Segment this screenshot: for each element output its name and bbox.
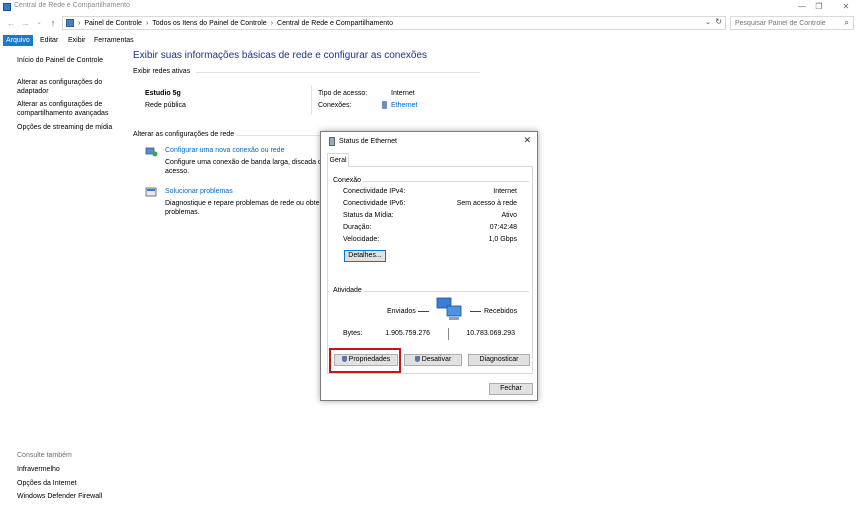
address-dropdown-icon[interactable]: ⌄ [705, 18, 711, 26]
bytes-divider [448, 328, 449, 340]
up-button[interactable]: ↑ [48, 17, 58, 29]
control-panel-icon [66, 19, 74, 27]
network-activity-icon [436, 297, 462, 320]
sent-line [418, 311, 429, 312]
speed-value: 1,0 Gbps [488, 236, 517, 243]
menu-ferramentas[interactable]: Ferramentas [91, 35, 137, 46]
breadcrumb-network-center[interactable]: Central de Rede e Compartilhamento [277, 20, 393, 27]
refresh-icon[interactable]: ↻ [715, 17, 722, 26]
media-streaming-link[interactable]: Opções de streaming de mídia [17, 123, 112, 132]
description-line: Configure uma conexão de banda larga, di… [165, 159, 322, 166]
see-also-internet-options-link[interactable]: Opções da Internet [17, 479, 77, 488]
ethernet-icon [382, 101, 387, 109]
access-type-label: Tipo de acesso: [318, 90, 368, 97]
breadcrumb-separator: › [145, 19, 149, 27]
media-status-label: Status da Mídia: [343, 212, 394, 219]
maximize-button[interactable]: ❐ [805, 0, 833, 14]
sharing-settings-line-1: Alterar as configurações de [17, 101, 103, 108]
breadcrumb-control-panel[interactable]: Painel de Controle [84, 20, 142, 27]
network-center-icon [3, 3, 11, 11]
adapter-settings-line-1: Alterar as configurações do [17, 79, 103, 86]
connections-label: Conexões: [318, 102, 352, 109]
title-bar: Central de Rede e Compartilhamento — ❐ ✕ [0, 0, 860, 14]
new-connection-description: Configure uma conexão de banda larga, di… [165, 158, 322, 176]
address-bar[interactable]: › Painel de Controle › Todos os Itens do… [62, 16, 726, 30]
see-also-title: Consulte também [17, 452, 72, 459]
media-status-value: Ativo [501, 212, 517, 219]
ethernet-icon [329, 137, 335, 146]
ipv4-value: Internet [493, 188, 517, 195]
close-button[interactable]: Fechar [489, 383, 533, 395]
new-connection-icon [145, 147, 158, 157]
search-input[interactable] [735, 19, 839, 28]
ipv4-label: Conectividade IPv4: [343, 188, 406, 195]
sharing-settings-link[interactable]: Alterar as configurações de compartilham… [17, 100, 108, 118]
dialog-close-icon[interactable]: ✕ [523, 135, 531, 146]
network-type-link[interactable]: Rede pública [145, 102, 186, 109]
divider [196, 72, 480, 73]
back-button[interactable]: ← [6, 17, 16, 29]
bytes-sent-value: 1.905.759.276 [385, 330, 430, 337]
search-icon[interactable]: ⌕ [845, 18, 849, 28]
divider [236, 135, 320, 136]
troubleshoot-link[interactable]: Solucionar problemas [165, 188, 233, 195]
control-panel-home-link[interactable]: Início do Painel de Controle [17, 56, 103, 65]
adapter-settings-link[interactable]: Alterar as configurações do adaptador [17, 78, 102, 96]
disable-button-label: Desativar [421, 356, 452, 363]
divider [311, 86, 312, 114]
ipv6-value: Sem acesso à rede [456, 200, 517, 207]
description-line: problemas. [165, 209, 200, 216]
properties-highlight-box [329, 348, 401, 373]
received-label: Recebidos [484, 308, 518, 315]
troubleshoot-description: Diagnostique e repare problemas de rede … [165, 199, 320, 217]
recent-locations-button[interactable]: ⌄ [34, 17, 44, 29]
bytes-label: Bytes: [343, 330, 363, 337]
shield-icon [414, 356, 420, 362]
dialog-title: Status de Ethernet [339, 138, 397, 145]
description-line: acesso. [165, 168, 190, 175]
menu-bar: Arquivo Editar Exibir Ferramentas [0, 35, 860, 46]
see-also-infrared-link[interactable]: Infravermelho [17, 465, 60, 474]
menu-exibir[interactable]: Exibir [65, 35, 89, 46]
address-row: ← → ⌄ ↑ › Painel de Controle › Todos os … [0, 15, 860, 31]
adapter-settings-line-2: adaptador [17, 88, 49, 95]
access-type-value: Internet [391, 90, 415, 97]
sharing-settings-line-2: compartilhamento avançadas [17, 110, 109, 117]
close-window-button[interactable]: ✕ [832, 0, 860, 14]
sent-label: Enviados [387, 308, 416, 315]
breadcrumb-all-items[interactable]: Todos os Itens do Painel de Controle [152, 20, 266, 27]
activity-group-label: Atividade [333, 287, 364, 294]
ipv6-label: Conectividade IPv6: [343, 200, 406, 207]
disable-button[interactable]: Desativar [404, 354, 462, 366]
see-also-firewall-link[interactable]: Windows Defender Firewall [17, 492, 102, 501]
description-line: Diagnostique e repare problemas de rede … [165, 200, 320, 207]
new-connection-link[interactable]: Configurar uma nova conexão ou rede [165, 147, 284, 154]
speed-label: Velocidade: [343, 236, 380, 243]
troubleshoot-icon [145, 187, 157, 197]
forward-button[interactable]: → [20, 17, 30, 29]
diagnose-button[interactable]: Diagnosticar [468, 354, 530, 366]
change-settings-label: Alterar as configurações de rede [133, 131, 235, 138]
breadcrumb-separator: › [270, 19, 274, 27]
network-name: Estudio 5g [145, 90, 181, 97]
received-line [470, 311, 481, 312]
window-title: Central de Rede e Compartilhamento [14, 2, 130, 9]
tab-geral[interactable]: Geral [327, 153, 349, 167]
ethernet-link[interactable]: Ethernet [391, 102, 417, 109]
breadcrumb-separator: › [78, 19, 81, 27]
active-networks-label: Exibir redes ativas [133, 68, 191, 75]
duration-value: 07:42:48 [489, 224, 517, 231]
menu-arquivo[interactable]: Arquivo [3, 35, 33, 46]
duration-label: Duração: [343, 224, 372, 231]
details-button[interactable]: Detalhes... [344, 250, 386, 262]
page-title: Exibir suas informações básicas de rede … [133, 50, 428, 61]
menu-editar[interactable]: Editar [37, 35, 61, 46]
search-box[interactable]: ⌕ [730, 16, 854, 30]
bytes-received-value: 10.783.069.293 [466, 330, 515, 337]
connection-group-label: Conexão [333, 177, 364, 184]
